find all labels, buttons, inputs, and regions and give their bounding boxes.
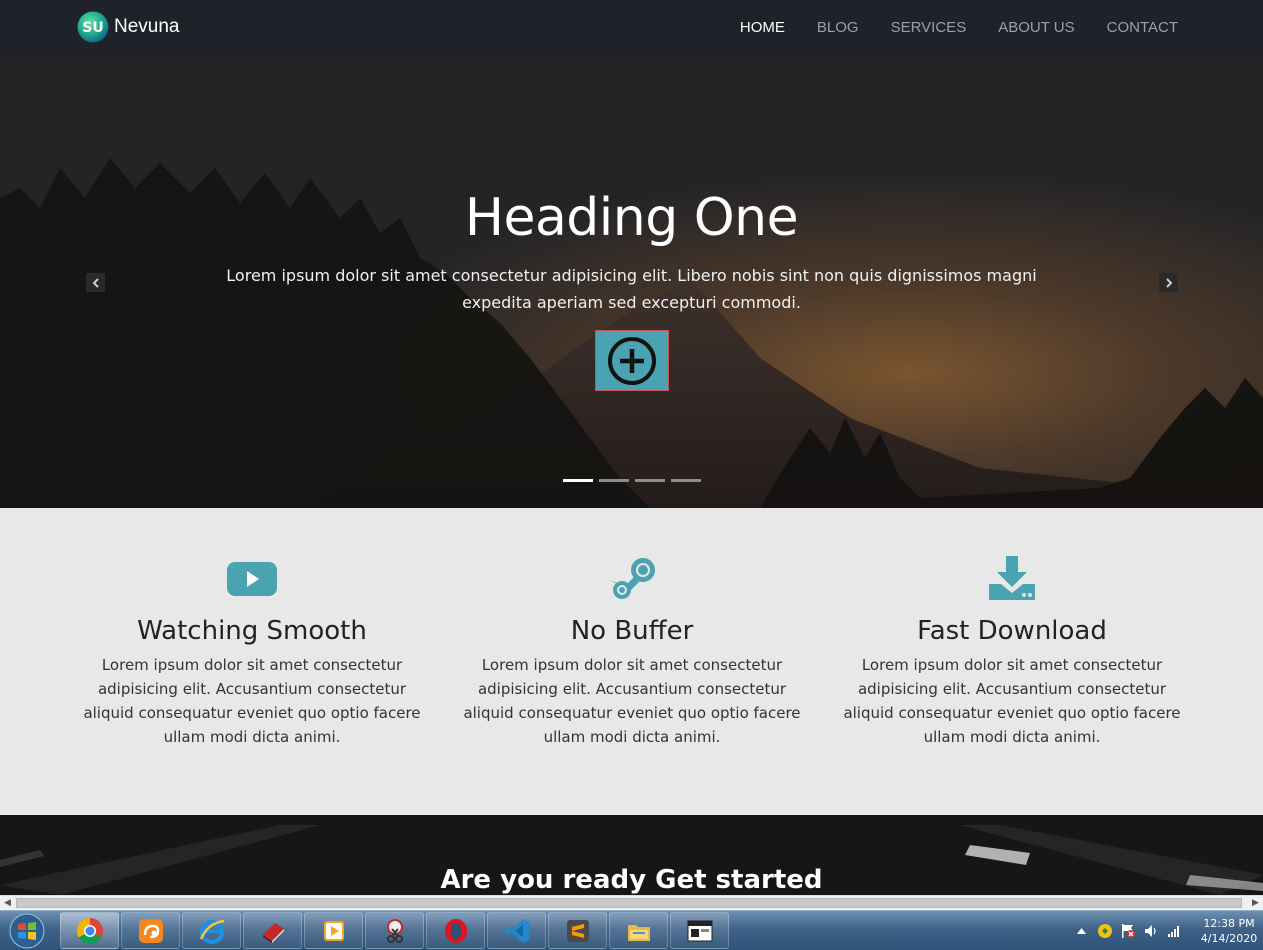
snipping-tool-icon — [386, 918, 403, 943]
carousel-next-button[interactable] — [1159, 273, 1178, 292]
taskbar-internet-explorer[interactable] — [182, 912, 241, 949]
taskbar-uc-browser[interactable] — [121, 912, 180, 949]
scrollbar-thumb[interactable] — [16, 898, 1242, 908]
taskbar-sublime-text[interactable] — [548, 912, 607, 949]
file-explorer-icon — [627, 924, 650, 941]
action-center-flag-icon[interactable] — [1119, 923, 1136, 940]
carousel-prev-button[interactable] — [86, 273, 105, 292]
nav-home[interactable]: HOME — [740, 19, 785, 36]
feature-title: Fast Download — [917, 616, 1107, 646]
nav-blog[interactable]: BLOG — [817, 19, 859, 36]
features-section: Watching Smooth Lorem ipsum dolor sit am… — [0, 508, 1263, 815]
svg-text:SU: SU — [82, 20, 103, 36]
feature-watching-smooth: Watching Smooth Lorem ipsum dolor sit am… — [72, 554, 432, 749]
chevron-right-icon — [1165, 277, 1172, 288]
taskbar-chrome[interactable] — [60, 912, 119, 949]
vscode-icon — [504, 918, 529, 943]
clock-time: 12:38 PM — [1203, 917, 1255, 930]
internet-explorer-icon — [199, 919, 224, 944]
taskbar-book-app[interactable] — [243, 912, 302, 949]
nav-services[interactable]: SERVICES — [891, 19, 967, 36]
carousel-indicator-2[interactable] — [599, 479, 629, 482]
download-icon — [989, 556, 1035, 600]
plus-circle-icon — [608, 336, 656, 385]
clock-date: 4/14/2020 — [1200, 932, 1258, 945]
uc-browser-icon — [138, 918, 163, 943]
windows-taskbar: 12:38 PM 4/14/2020 — [0, 910, 1263, 950]
taskbar-terminal-window[interactable] — [670, 912, 729, 949]
hero-heading: Heading One — [464, 188, 799, 248]
scroll-left-icon[interactable]: ◀ — [0, 896, 15, 910]
start-button[interactable] — [5, 913, 49, 949]
browser-viewport: SU Nevuna HOME BLOG SERVICES ABOUT US CO… — [0, 0, 1263, 950]
brand-name: Nevuna — [114, 16, 180, 37]
windows-start-icon — [9, 913, 45, 949]
navbar: SU Nevuna HOME BLOG SERVICES ABOUT US CO… — [0, 0, 1263, 58]
feature-title: Watching Smooth — [137, 616, 367, 646]
taskbar-vscode[interactable] — [487, 912, 546, 949]
feature-no-buffer: No Buffer Lorem ipsum dolor sit amet con… — [452, 554, 812, 749]
nav-about-us[interactable]: ABOUT US — [998, 19, 1074, 36]
hero-carousel: Heading One Lorem ipsum dolor sit amet c… — [0, 58, 1263, 508]
media-player-icon — [323, 920, 344, 941]
taskbar-file-explorer[interactable] — [609, 912, 668, 949]
feature-title: No Buffer — [570, 616, 694, 646]
volume-icon[interactable] — [1142, 923, 1159, 940]
chevron-left-icon — [92, 277, 99, 288]
brand-link[interactable]: SU Nevuna — [77, 11, 180, 43]
hero-plus-button[interactable] — [595, 330, 669, 391]
main-nav: HOME BLOG SERVICES ABOUT US CONTACT — [708, 19, 1178, 36]
feature-fast-download: Fast Download Lorem ipsum dolor sit amet… — [832, 554, 1192, 749]
wifi-signal-icon[interactable] — [1165, 923, 1182, 940]
carousel-indicator-4[interactable] — [671, 479, 701, 482]
opera-icon — [444, 918, 467, 943]
chrome-icon — [76, 917, 103, 944]
hero-description: Lorem ipsum dolor sit amet consectetur a… — [226, 266, 1037, 312]
carousel-indicator-1[interactable] — [563, 479, 593, 482]
stumbleupon-logo-icon: SU — [77, 11, 109, 43]
carousel-indicators — [563, 479, 707, 482]
scroll-right-icon[interactable]: ▶ — [1248, 896, 1263, 910]
nav-contact[interactable]: CONTACT — [1107, 19, 1178, 36]
feature-text: Lorem ipsum dolor sit amet consectetur a… — [843, 656, 1181, 746]
horizontal-scrollbar[interactable]: ◀ ▶ — [0, 895, 1263, 910]
get-started-heading: Are you ready Get started — [440, 865, 823, 895]
youtube-icon — [227, 562, 277, 596]
feature-text: Lorem ipsum dolor sit amet consectetur a… — [83, 656, 421, 746]
taskbar-media-player[interactable] — [304, 912, 363, 949]
book-app-icon — [262, 922, 284, 943]
show-hidden-icons-icon[interactable] — [1073, 923, 1090, 940]
taskbar-clock[interactable]: 12:38 PM 4/14/2020 — [1196, 916, 1262, 946]
taskbar-snipping-tool[interactable] — [365, 912, 424, 949]
taskbar-apps — [60, 912, 731, 949]
steam-icon — [610, 558, 655, 599]
terminal-window-icon — [687, 920, 712, 941]
system-tray — [1073, 911, 1188, 950]
feature-text: Lorem ipsum dolor sit amet consectetur a… — [463, 656, 801, 746]
taskbar-opera[interactable] — [426, 912, 485, 949]
sublime-text-icon — [566, 919, 589, 942]
get-started-section: Are you ready Get started — [0, 815, 1263, 895]
network-status-icon[interactable] — [1096, 923, 1113, 940]
carousel-indicator-3[interactable] — [635, 479, 665, 482]
